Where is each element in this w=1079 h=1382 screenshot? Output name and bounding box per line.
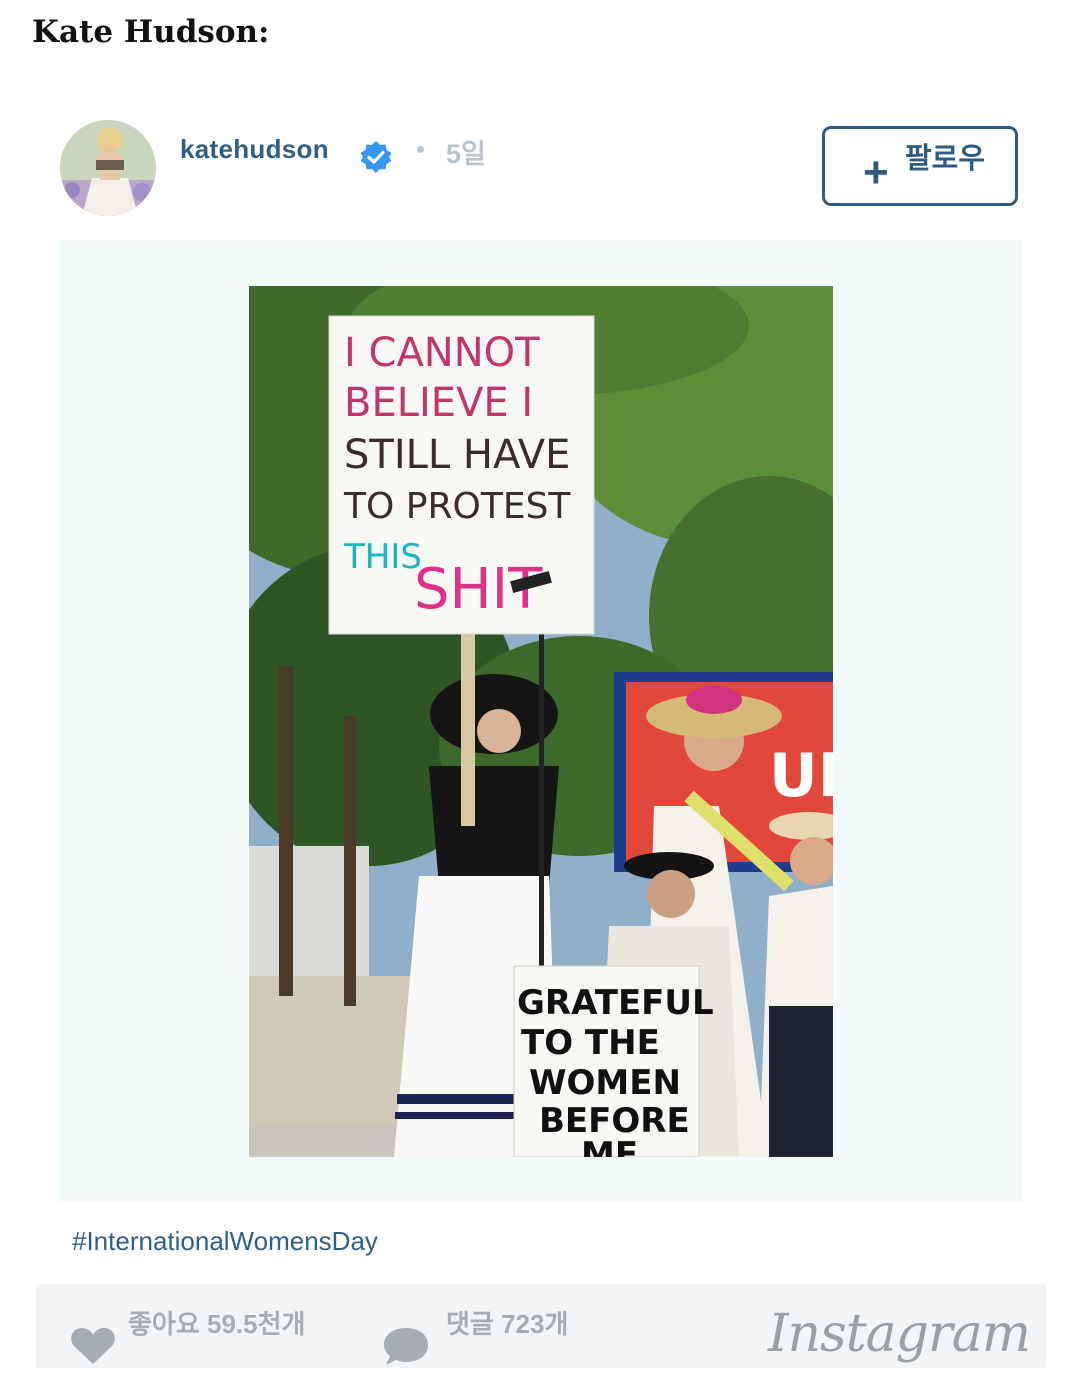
follow-button[interactable]: + 팔로우 [822, 126, 1018, 206]
post-footer: 좋아요 59.5천개 댓글 723개 Instagram [36, 1284, 1046, 1368]
banner-line-1: GRATEFUL [517, 983, 714, 1023]
hashtag-link[interactable]: #InternationalWomensDay [72, 1226, 378, 1257]
profile-avatar[interactable] [60, 120, 156, 216]
instagram-logo[interactable]: Instagram [768, 1304, 1031, 1364]
comment-count[interactable]: 댓글 723개 [446, 1304, 568, 1341]
comment-bubble-icon[interactable] [382, 1326, 430, 1366]
sign-line-4: TO PROTEST [343, 486, 571, 527]
page-heading: Kate Hudson: [32, 14, 270, 50]
heart-icon[interactable] [70, 1326, 116, 1366]
follow-label: 팔로우 [905, 143, 986, 175]
sign-line-3: STILL HAVE [344, 432, 570, 478]
sign-line-5: THIS [343, 537, 422, 577]
avatar-image [60, 120, 156, 216]
post-age: 5일 [446, 139, 486, 169]
separator-dot [417, 146, 424, 153]
banner-line-5: ME [581, 1135, 638, 1157]
photo-backdrop-text: UNI [769, 741, 833, 811]
sign-line-2: BELIEVE I [344, 380, 533, 426]
plus-icon: + [863, 148, 889, 197]
post-photo: UNI I CANNOT BELIEVE I STILL HAVE TO PRO… [249, 286, 833, 1157]
like-count[interactable]: 좋아요 59.5천개 [128, 1304, 305, 1341]
banner-line-3: WOMEN [529, 1063, 681, 1103]
username-link[interactable]: katehudson [180, 134, 329, 165]
verified-badge-icon [360, 141, 392, 173]
post-media[interactable]: UNI I CANNOT BELIEVE I STILL HAVE TO PRO… [59, 240, 1023, 1202]
banner-line-2: TO THE [521, 1023, 660, 1063]
sign-line-1: I CANNOT [344, 330, 540, 376]
